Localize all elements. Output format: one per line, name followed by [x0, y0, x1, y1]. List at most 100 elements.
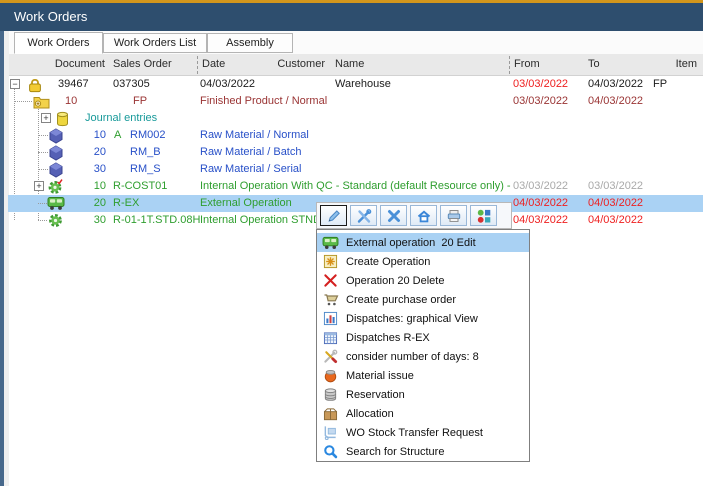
calendar-grid-icon: [322, 330, 339, 346]
external-truck-icon: [322, 235, 339, 251]
column-header-from[interactable]: From: [514, 54, 540, 75]
home-button[interactable]: [410, 205, 437, 226]
cell-sales-order: RM_B: [130, 144, 161, 161]
material-issue-icon: [322, 368, 339, 384]
remove-button[interactable]: [380, 205, 407, 226]
cell-document: 10: [78, 127, 106, 144]
journal-cylinder-icon: [55, 110, 70, 127]
availability-marker: A: [114, 127, 121, 144]
printer-icon: [446, 208, 462, 224]
cell-sales-order: R-EX: [113, 195, 139, 212]
grid-header: Document Sales Order Date Customer Name …: [9, 54, 703, 76]
expand-toggle-icon[interactable]: +: [41, 113, 51, 123]
table-row-raw-material[interactable]: 30 RM_S Raw Material / Serial: [0, 161, 703, 178]
allocation-box-icon: [322, 406, 339, 422]
column-header-to[interactable]: To: [588, 54, 600, 75]
cell-document: 20: [78, 195, 106, 212]
home-icon: [416, 208, 432, 224]
menu-item-label: External operation 20 Edit: [346, 237, 476, 249]
table-row-operation[interactable]: + 10 R-COST01 Internal Operation With QC…: [0, 178, 703, 195]
tab-work-orders-list[interactable]: Work Orders List: [103, 33, 207, 53]
expand-toggle-icon[interactable]: +: [34, 181, 44, 191]
window-titlebar: Work Orders: [0, 3, 703, 31]
cell-from: 03/03/2022: [513, 178, 568, 195]
column-header-name[interactable]: Name: [335, 54, 364, 75]
cell-date: 04/03/2022: [200, 76, 255, 93]
material-hexagon-icon: [48, 144, 64, 161]
collapse-toggle-icon[interactable]: −: [10, 79, 20, 89]
menu-item-label: Material issue: [346, 370, 414, 382]
column-header-document[interactable]: Document: [40, 54, 105, 75]
menu-item-external-operation-edit[interactable]: External operation 20 Edit: [317, 233, 529, 252]
menu-item-create-operation[interactable]: Create Operation: [317, 252, 529, 271]
menu-item-operation-delete[interactable]: Operation 20 Delete: [317, 271, 529, 290]
menu-item-label: WO Stock Transfer Request: [346, 427, 483, 439]
reservation-db-icon: [322, 387, 339, 403]
cell-to: 04/03/2022: [588, 212, 643, 229]
blue-x-icon: [386, 208, 402, 224]
stock-transfer-cart-icon: [322, 425, 339, 441]
menu-item-material-issue[interactable]: Material issue: [317, 366, 529, 385]
cell-sales-order: RM002: [130, 127, 165, 144]
tab-strip: Work Orders Work Orders List Assembly: [9, 31, 703, 54]
cell-sales-order: FP: [133, 93, 147, 110]
create-operation-icon: [322, 254, 339, 270]
tree-connector: [38, 169, 48, 170]
cell-to: 04/03/2022: [588, 93, 643, 110]
tree-connector: [38, 135, 48, 136]
crossed-tools-icon: [322, 349, 339, 365]
table-row-journal-entries[interactable]: + Journal entries: [0, 110, 703, 127]
cell-item: FP: [653, 76, 667, 93]
column-header-customer[interactable]: Customer: [235, 54, 325, 75]
window-title: Work Orders: [14, 3, 87, 31]
column-separator: [509, 56, 510, 74]
cell-description: Raw Material / Batch: [200, 144, 512, 161]
menu-item-label: Create purchase order: [346, 294, 456, 306]
menu-item-dispatches-rex[interactable]: Dispatches R-EX: [317, 328, 529, 347]
column-header-sales-order[interactable]: Sales Order: [113, 54, 172, 75]
cell-description: Internal Operation With QC - Standard (d…: [200, 178, 512, 195]
search-icon: [322, 444, 339, 460]
menu-item-label: consider number of days: 8: [346, 351, 479, 363]
menu-item-create-purchase-order[interactable]: Create purchase order: [317, 290, 529, 309]
tree-connector: [38, 152, 48, 153]
menu-item-search-for-structure[interactable]: Search for Structure: [317, 442, 529, 461]
table-row-finished-product[interactable]: 10 FP Finished Product / Normal 03/03/20…: [0, 93, 703, 110]
column-header-date[interactable]: Date: [202, 54, 225, 75]
print-button[interactable]: [440, 205, 467, 226]
table-row-raw-material[interactable]: 20 RM_B Raw Material / Batch: [0, 144, 703, 161]
cell-sales-order: RM_S: [130, 161, 161, 178]
tab-assembly[interactable]: Assembly: [207, 33, 293, 53]
column-separator: [197, 56, 198, 74]
tools-button[interactable]: [350, 205, 377, 226]
cell-from: 03/03/2022: [513, 76, 568, 93]
cell-to: 04/03/2022: [588, 76, 643, 93]
tree-connector: [14, 101, 32, 102]
cell-sales-order: R-COST01: [113, 178, 167, 195]
menu-item-label: Reservation: [346, 389, 405, 401]
column-header-item[interactable]: Item: [630, 54, 697, 75]
menu-item-consider-number-of-days[interactable]: consider number of days: 8: [317, 347, 529, 366]
table-row-raw-material[interactable]: 10 A RM002 Raw Material / Normal: [0, 127, 703, 144]
context-toolbar: [316, 202, 512, 229]
operation-gear-check-icon: [47, 178, 65, 195]
menu-item-reservation[interactable]: Reservation: [317, 385, 529, 404]
cell-to: 03/03/2022: [588, 178, 643, 195]
tab-work-orders[interactable]: Work Orders: [14, 32, 103, 54]
cell-document: 10: [78, 178, 106, 195]
material-hexagon-icon: [48, 127, 64, 144]
menu-item-dispatches-graphical-view[interactable]: Dispatches: graphical View: [317, 309, 529, 328]
menu-item-allocation[interactable]: Allocation: [317, 404, 529, 423]
menu-item-wo-stock-transfer-request[interactable]: WO Stock Transfer Request: [317, 423, 529, 442]
bar-chart-icon: [322, 311, 339, 327]
edit-pencil-button[interactable]: [320, 205, 347, 226]
wrench-screwdriver-icon: [356, 208, 372, 224]
legend-button[interactable]: [470, 205, 497, 226]
table-row-work-order[interactable]: − 39467 037305 04/03/2022 Warehouse 03/0…: [0, 76, 703, 93]
cell-name: Warehouse: [335, 76, 391, 93]
colored-dots-icon: [476, 208, 492, 224]
material-hexagon-icon: [48, 161, 64, 178]
cell-sales-order: R-01-1T.STD.08H: [113, 212, 200, 229]
menu-item-label: Dispatches R-EX: [346, 332, 430, 344]
cell-document: 20: [78, 144, 106, 161]
